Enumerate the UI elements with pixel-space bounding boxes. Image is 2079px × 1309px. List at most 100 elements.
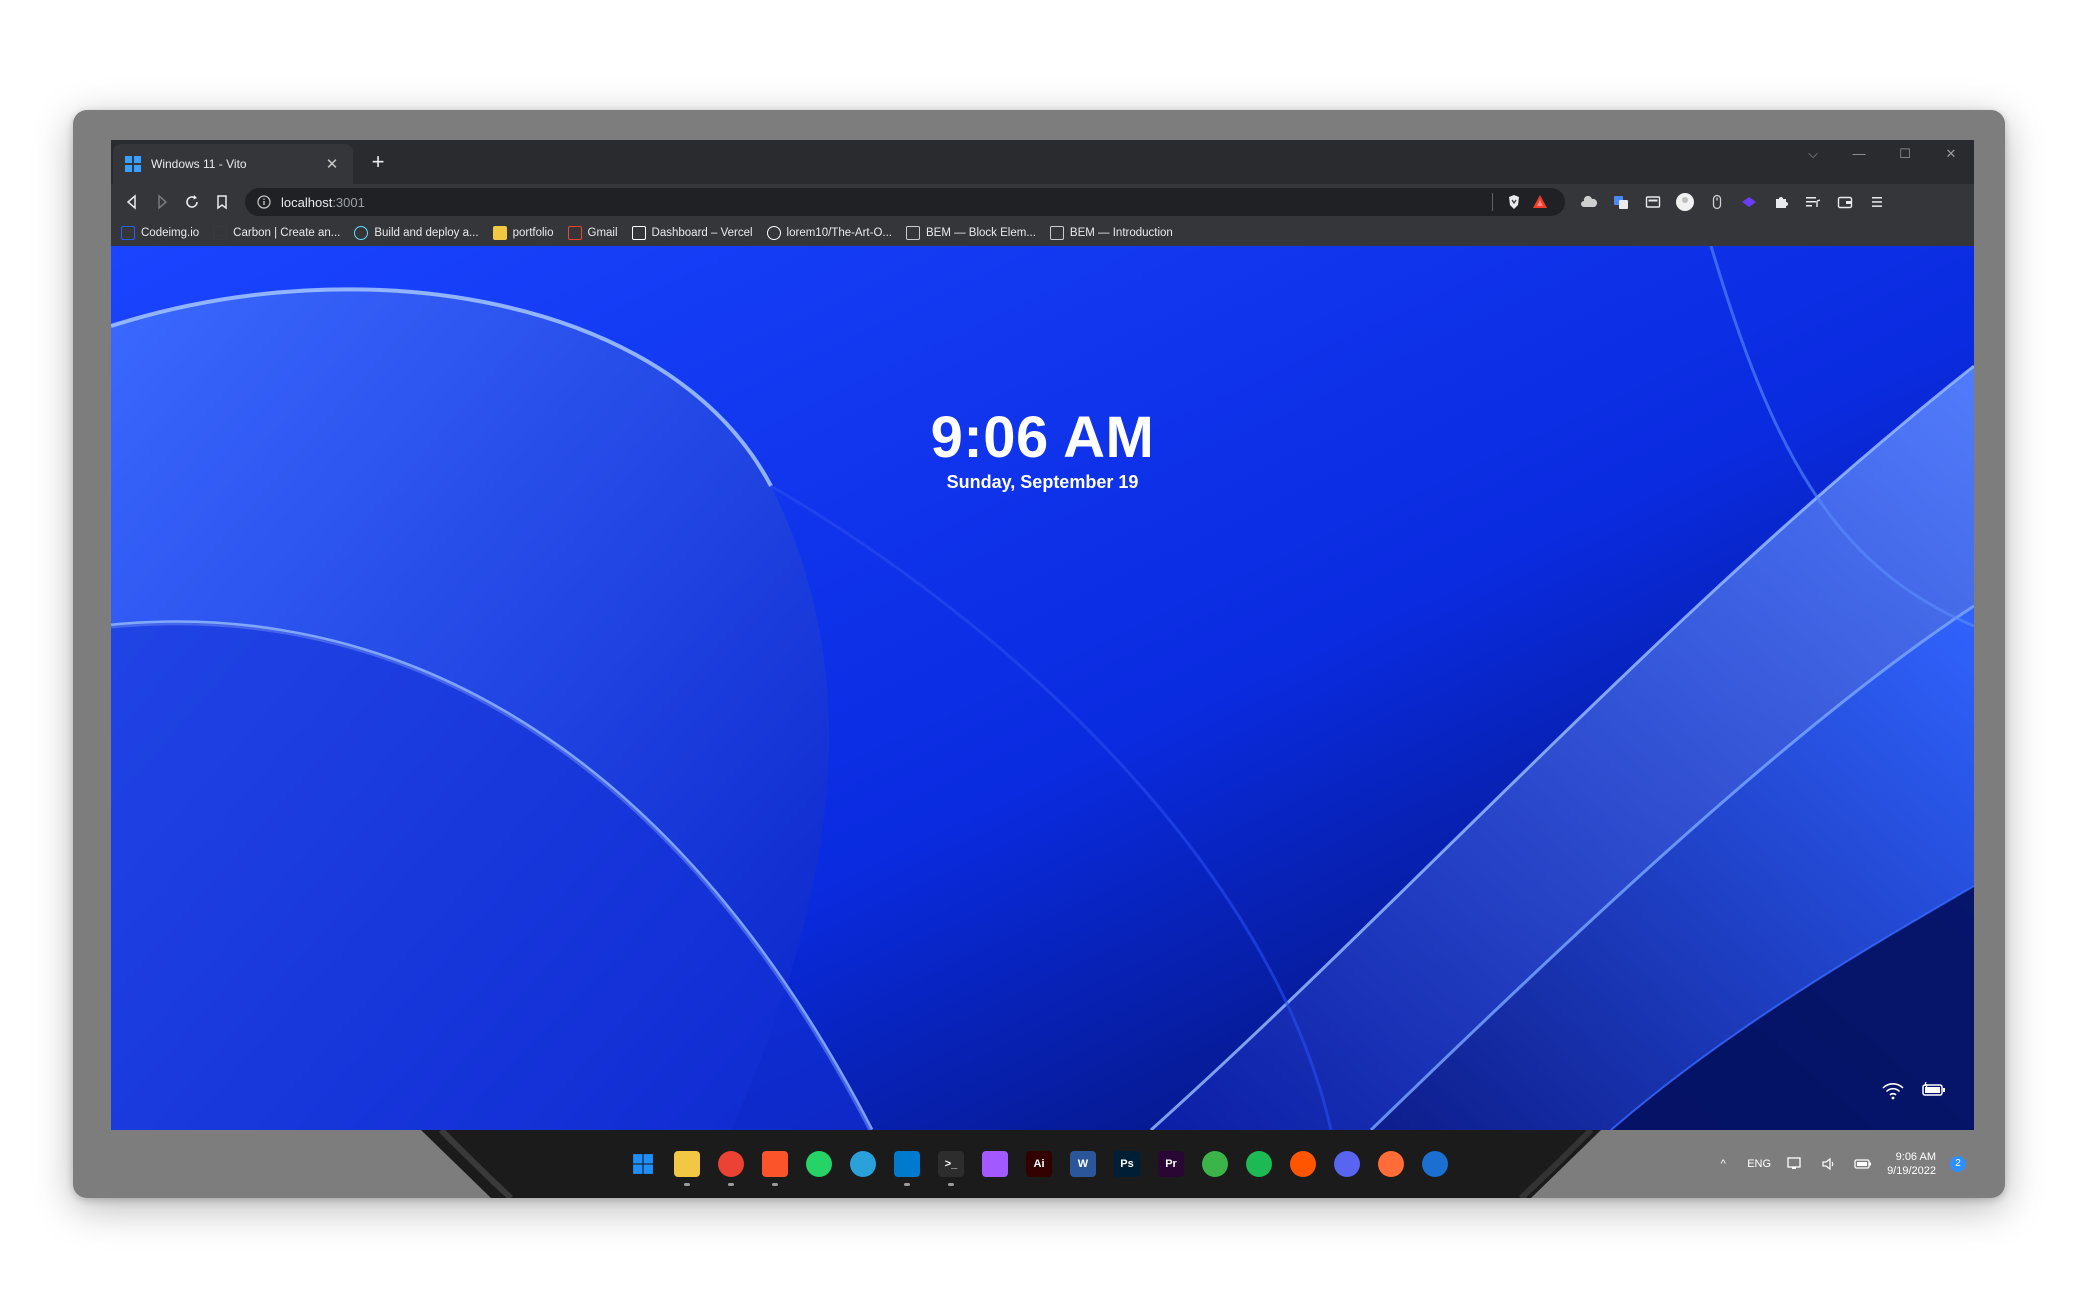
chrome-button[interactable] (715, 1148, 747, 1186)
url-port: :3001 (332, 194, 365, 210)
figma-icon (982, 1151, 1008, 1177)
brave-button[interactable] (759, 1148, 791, 1186)
bookmark-label: Dashboard – Vercel (651, 227, 753, 239)
windows-logo-icon (125, 156, 141, 172)
spotify-icon (1246, 1151, 1272, 1177)
taskbar: >_ Ai W Ps Pr ^ ENG 9:06 AM 9/19/2022 2 (111, 1130, 1974, 1198)
puzzle-extensions-icon[interactable] (1765, 188, 1797, 216)
folder-icon (492, 226, 507, 240)
soundcloud-icon (1290, 1151, 1316, 1177)
volume-icon[interactable] (1819, 1154, 1839, 1174)
taskbar-apps: >_ Ai W Ps Pr (627, 1148, 1451, 1186)
app-glyph: Ai (1033, 1158, 1045, 1170)
network-icon[interactable] (1785, 1154, 1805, 1174)
illustrator-button[interactable]: Ai (1023, 1148, 1055, 1180)
back-button[interactable] (117, 188, 147, 216)
vpn-button[interactable] (1199, 1148, 1231, 1180)
whatsapp-button[interactable] (803, 1148, 835, 1180)
vercel-icon (631, 226, 646, 240)
address-bar[interactable]: localhost :3001 (245, 188, 1565, 216)
bookmark-item[interactable]: BEM — Introduction (1049, 226, 1173, 240)
vpn-icon (1202, 1151, 1228, 1177)
purple-extension-icon[interactable] (1733, 188, 1765, 216)
bookmark-item[interactable]: BEM — Block Elem... (906, 226, 1036, 240)
vscode-icon (894, 1151, 920, 1177)
device-frame: Windows 11 - Vito ✕ + ⌵ — ☐ ✕ localhost … (73, 110, 2005, 1198)
wallet-icon[interactable] (1829, 188, 1861, 216)
soundcloud-button[interactable] (1287, 1148, 1319, 1180)
forward-button[interactable] (147, 188, 177, 216)
figma-button[interactable] (979, 1148, 1011, 1180)
window-controls: ⌵ — ☐ ✕ (1790, 140, 1974, 170)
app-glyph: W (1077, 1158, 1089, 1170)
premiere-button[interactable]: Pr (1155, 1148, 1187, 1180)
bookmark-item[interactable]: Carbon | Create an... (213, 226, 340, 240)
word-button[interactable]: W (1067, 1148, 1099, 1180)
brave-rewards-icon[interactable] (1527, 191, 1553, 213)
brave-shields-icon[interactable] (1501, 191, 1527, 213)
minimize-button[interactable]: — (1836, 140, 1882, 170)
running-indicator (684, 1183, 690, 1186)
chrome-icon (718, 1151, 744, 1177)
lockscreen-clock: 9:06 AM Sunday, September 19 (111, 406, 1974, 493)
vscode-button[interactable] (891, 1148, 923, 1186)
photoshop-button[interactable]: Ps (1111, 1148, 1143, 1180)
close-window-button[interactable]: ✕ (1928, 140, 1974, 170)
brave-icon (762, 1151, 788, 1177)
system-tray: ^ ENG 9:06 AM 9/19/2022 2 (1713, 1130, 1974, 1198)
telegram-button[interactable] (847, 1148, 879, 1180)
window-extension-icon[interactable] (1637, 188, 1669, 216)
reload-button[interactable] (177, 188, 207, 216)
bookmark-button[interactable] (207, 188, 237, 216)
omnibox-divider (1492, 193, 1493, 211)
tab-close-icon[interactable]: ✕ (323, 155, 341, 173)
bookmark-label: BEM — Block Elem... (926, 227, 1036, 239)
lockscreen-time: 9:06 AM (930, 405, 1155, 470)
bookmark-item[interactable]: portfolio (492, 226, 554, 240)
running-indicator (904, 1183, 910, 1186)
reload-icon (186, 195, 198, 208)
tab-strip: Windows 11 - Vito ✕ + ⌵ — ☐ ✕ (111, 140, 1974, 184)
bookmark-label: Gmail (587, 227, 618, 239)
windows-logo-icon (630, 1151, 656, 1177)
menu-icon[interactable] (1861, 188, 1893, 216)
forward-arrow-icon (158, 194, 168, 210)
app-glyph: Pr (1165, 1158, 1177, 1170)
lockscreen-status-icons (1882, 1082, 1946, 1100)
translate-extension-icon[interactable] (1605, 188, 1637, 216)
notification-badge[interactable]: 2 (1950, 1156, 1966, 1172)
bookmark-item[interactable]: lorem10/The-Art-O... (766, 226, 892, 240)
premiere-icon: Pr (1158, 1151, 1184, 1177)
bookmark-label: lorem10/The-Art-O... (786, 227, 892, 239)
app-glyph: Ps (1120, 1158, 1134, 1170)
taskbar-date: 9/19/2022 (1887, 1165, 1936, 1177)
site-info-icon[interactable] (257, 195, 271, 209)
discord-button[interactable] (1331, 1148, 1363, 1180)
bookmark-item[interactable]: Build and deploy a... (354, 226, 479, 240)
whatsapp-icon (806, 1151, 832, 1177)
tab-title: Windows 11 - Vito (151, 157, 247, 171)
show-hidden-icons-chevron[interactable]: ^ (1713, 1154, 1733, 1174)
maximize-button[interactable]: ☐ (1882, 140, 1928, 170)
new-tab-button[interactable]: + (365, 150, 391, 176)
postman-button[interactable] (1375, 1148, 1407, 1180)
active-tab[interactable]: Windows 11 - Vito ✕ (113, 144, 353, 184)
file-explorer-button[interactable] (671, 1148, 703, 1186)
mouse-extension-icon[interactable] (1701, 188, 1733, 216)
language-indicator[interactable]: ENG (1747, 1158, 1771, 1170)
steam-button[interactable] (1419, 1148, 1451, 1180)
terminal-button[interactable]: >_ (935, 1148, 967, 1186)
tab-search-button[interactable]: ⌵ (1790, 140, 1836, 170)
bookmark-item[interactable]: Gmail (567, 226, 618, 240)
spotify-button[interactable] (1243, 1148, 1275, 1180)
start-button-button[interactable] (627, 1148, 659, 1180)
battery-icon[interactable] (1853, 1154, 1873, 1174)
bookmark-item[interactable]: Codeimg.io (121, 226, 199, 240)
bookmark-label: portfolio (512, 227, 554, 239)
profile-extension-icon[interactable] (1669, 188, 1701, 216)
taskbar-clock[interactable]: 9:06 AM 9/19/2022 (1887, 1150, 1936, 1178)
cloud-extension-icon[interactable] (1573, 188, 1605, 216)
playlist-icon[interactable] (1797, 188, 1829, 216)
battery-charging-icon (1922, 1082, 1945, 1096)
bookmark-item[interactable]: Dashboard – Vercel (631, 226, 753, 240)
